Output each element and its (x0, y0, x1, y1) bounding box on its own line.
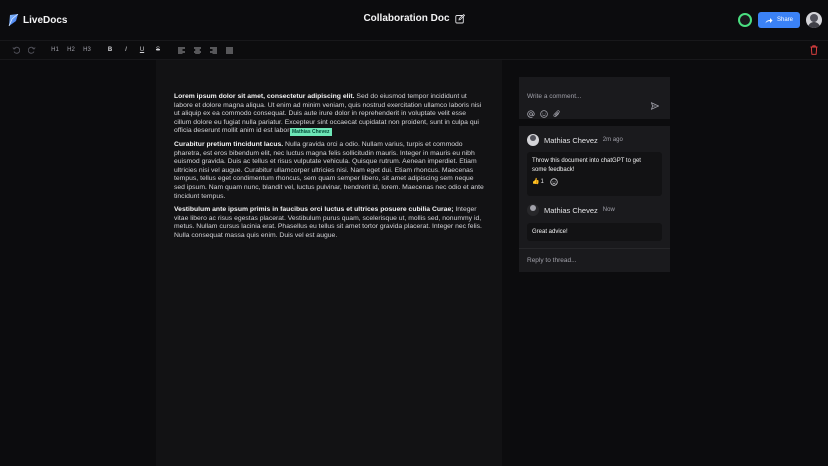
heading-2-button[interactable]: H2 (65, 44, 77, 56)
avatar (527, 204, 539, 216)
comment-time: Now (602, 207, 615, 213)
align-justify-icon[interactable] (223, 44, 235, 56)
page-scrollbar[interactable] (824, 60, 828, 466)
comment-header: Mathias Chevez Now (519, 203, 670, 217)
edit-icon[interactable] (454, 13, 465, 24)
comment-text: Great advice! (532, 229, 568, 235)
comment-time: 2m ago (602, 137, 623, 143)
share-label: Share (776, 17, 793, 23)
add-reaction-icon[interactable] (550, 178, 558, 186)
undo-icon[interactable] (10, 44, 22, 56)
attachment-icon[interactable] (553, 110, 561, 118)
document-editor[interactable]: Mathias Chevez Lorem ipsum dolor sit ame… (156, 60, 502, 466)
app-header: LiveDocs Collaboration Doc Share (0, 0, 828, 40)
reaction-count: 1 (540, 179, 544, 185)
italic-button[interactable]: I (120, 44, 132, 56)
align-right-icon[interactable] (207, 44, 219, 56)
avatar (527, 134, 539, 146)
document-title[interactable]: Collaboration Doc (363, 13, 449, 24)
underline-button[interactable]: U (136, 44, 148, 56)
comment-body: Throw this document into chatGPT to get … (527, 152, 662, 196)
thumbs-up-icon: 👍 (532, 179, 540, 185)
user-avatar[interactable] (806, 12, 822, 28)
align-center-icon[interactable] (191, 44, 203, 56)
collaborator-presence-avatar[interactable] (737, 13, 752, 27)
align-left-icon[interactable] (175, 44, 187, 56)
redo-icon[interactable] (26, 44, 38, 56)
paragraph-2-text: Nulla gravida orci a odio. Nullam varius… (174, 140, 484, 200)
comment-author: Mathias Chevez (544, 135, 598, 145)
comment-composer (519, 77, 670, 119)
comment-1: Mathias Chevez 2m ago Throw this documen… (519, 133, 670, 196)
strikethrough-button[interactable]: S (152, 44, 164, 56)
comment-text: Throw this document into chatGPT to get … (532, 158, 641, 173)
reply-input[interactable] (519, 248, 670, 272)
comment-2: Mathias Chevez Now Great advice! (519, 203, 670, 241)
comment-thread: Mathias Chevez 2m ago Throw this documen… (519, 126, 670, 272)
paragraph-3: Vestibulum ante ipsum primis in faucibus… (174, 206, 485, 240)
header-actions: Share (737, 12, 822, 28)
comment-header: Mathias Chevez 2m ago (519, 133, 670, 147)
comment-input[interactable] (527, 93, 662, 100)
heading-1-button[interactable]: H1 (49, 44, 61, 56)
mention-icon[interactable] (527, 110, 535, 118)
share-icon (765, 17, 773, 23)
reactions: 👍 1 (532, 178, 657, 187)
emoji-icon[interactable] (540, 110, 548, 118)
composer-tools (527, 110, 662, 118)
paragraph-2-bold: Curabitur pretium tincidunt lacus. (174, 140, 284, 148)
heading-3-button[interactable]: H3 (81, 44, 93, 56)
paragraph-2: Curabitur pretium tincidunt lacus. Nulla… (174, 141, 485, 201)
paragraph-1-bold: Lorem ipsum dolor sit amet, consectetur … (174, 93, 355, 100)
document-title-area: Collaboration Doc (0, 13, 828, 24)
delete-document-icon[interactable] (810, 45, 818, 55)
share-button[interactable]: Share (757, 12, 800, 28)
reaction-button[interactable]: 👍 1 (532, 178, 544, 187)
paragraph-3-bold: Vestibulum ante ipsum primis in faucibus… (174, 206, 454, 214)
comment-body: Great advice! (527, 223, 662, 241)
bold-button[interactable]: B (104, 44, 116, 56)
send-icon[interactable] (651, 102, 659, 110)
formatting-toolbar: H1 H2 H3 B I U S (0, 40, 828, 60)
collaborator-cursor-label: Mathias Chevez (290, 128, 332, 136)
comment-author: Mathias Chevez (544, 205, 598, 215)
